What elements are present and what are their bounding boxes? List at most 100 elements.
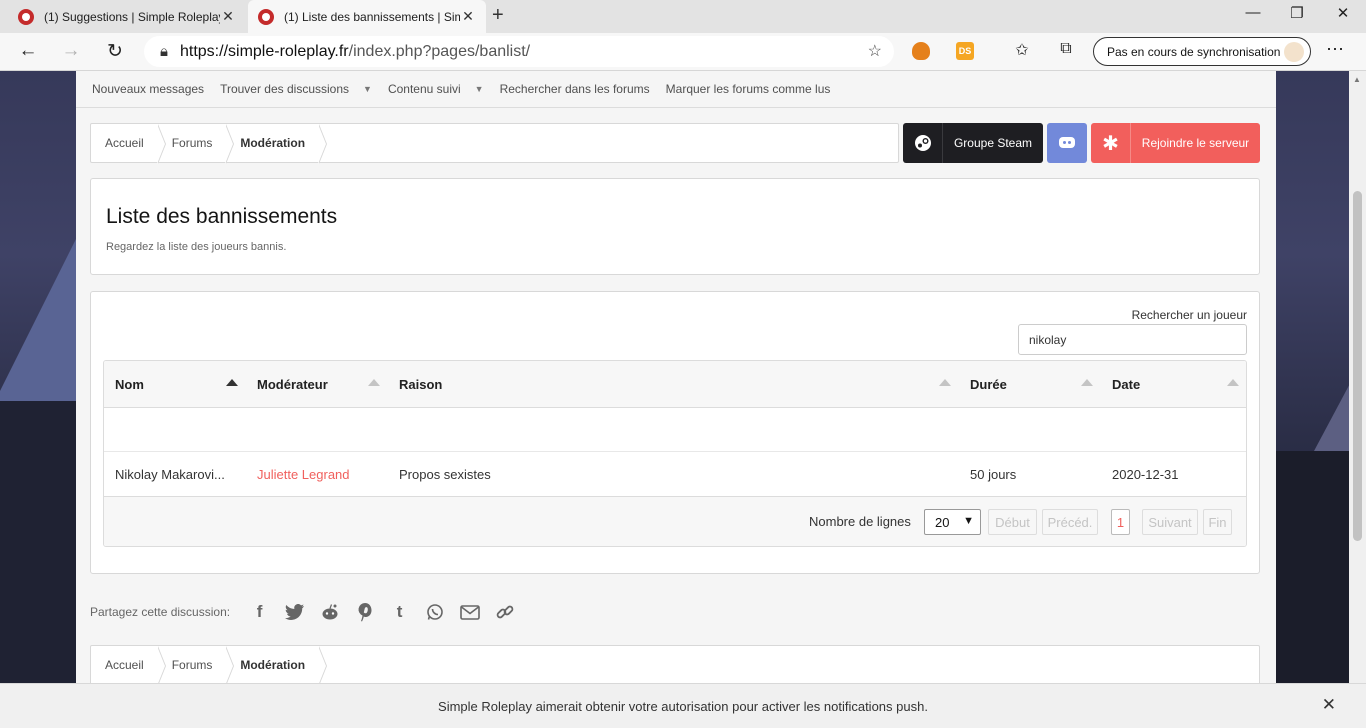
subnav-label: Trouver des discussions [220,82,350,96]
sync-label: Pas en cours de synchronisation [1107,44,1281,59]
breadcrumb-forums[interactable]: Forums [158,646,234,683]
twitter-icon[interactable] [277,601,312,623]
join-button-label: Rejoindre le serveur [1141,136,1250,150]
column-moderateur[interactable]: Modérateur [246,361,388,408]
cell-date: 2020-12-31 [1112,467,1179,482]
breadcrumb-home[interactable]: Accueil [91,646,166,683]
pinterest-icon[interactable] [347,601,382,623]
facebook-icon[interactable]: f [242,601,277,623]
favorites-list-icon[interactable]: ✩ [1011,40,1033,60]
new-tab-icon[interactable]: + [492,4,504,27]
share-bar: Partagez cette discussion: f t [90,601,522,623]
metamask-extension-icon[interactable] [912,42,930,60]
search-label: Rechercher un joueur [1131,308,1247,322]
more-options-icon[interactable]: ⋯ [1326,39,1344,60]
whatsapp-icon[interactable] [417,601,452,623]
breadcrumb-home[interactable]: Accueil [91,124,166,164]
discord-button[interactable] [1047,123,1087,163]
first-page-button[interactable]: Début [988,509,1037,535]
subnav-find-threads[interactable]: Trouver des discussions ▼ [220,82,372,96]
avatar [1284,42,1304,62]
reload-icon[interactable]: ↻ [101,40,129,63]
scrollbar-thumb[interactable] [1353,191,1362,541]
subnav-watched[interactable]: Contenu suivi ▼ [388,82,484,96]
subnav-new-posts[interactable]: Nouveaux messages [92,82,204,96]
breadcrumb-forums[interactable]: Forums [158,124,234,164]
column-date[interactable]: Date [1101,361,1246,408]
last-page-button[interactable]: Fin [1203,509,1232,535]
join-server-button[interactable]: ✱ Rejoindre le serveur [1091,123,1260,163]
asterisk-icon: ✱ [1091,123,1131,163]
cell-moderateur[interactable]: Juliette Legrand [246,452,388,497]
subnav-mark-read[interactable]: Marquer les forums comme lus [666,82,831,96]
ban-table: Nom Modérateur Raison Durée Date Nikolay… [103,360,1247,547]
url-path: /index.php?pages/banlist/ [348,42,531,60]
sort-arrow-icon [226,379,238,386]
push-notification-bar: Simple Roleplay aimerait obtenir votre a… [0,683,1366,728]
table-row[interactable]: Nikolay Makarovi... Juliette Legrand Pro… [104,452,1246,497]
player-search-input[interactable] [1018,324,1247,355]
browser-tab-suggestions[interactable]: (1) Suggestions | Simple Roleplay ✕ [8,0,246,33]
address-bar-row: ← → ↻ 🔒︎ https://simple-roleplay.fr/inde… [0,33,1366,71]
banlist-panel: Rechercher un joueur Nom Modérateur Rais… [90,291,1260,574]
email-icon[interactable] [452,601,487,623]
url-field[interactable]: 🔒︎ https://simple-roleplay.fr/index.php?… [144,36,894,67]
tab-title: (1) Liste des bannissements | Simple Rol… [284,9,460,24]
share-label: Partagez cette discussion: [90,605,231,619]
cell-duree: 50 jours [970,467,1017,482]
page-title: Liste des bannissements [106,205,338,228]
table-header: Nom Modérateur Raison Durée Date [104,361,1246,408]
subnav-search-forums[interactable]: Rechercher dans les forums [500,82,650,96]
breadcrumb-bottom: Accueil Forums Modération [90,645,1260,683]
sort-arrow-icon [1081,379,1093,386]
cell-nom: Nikolay Makarovi... [115,467,225,482]
page-header-panel: Liste des bannissements Regardez la list… [90,178,1260,275]
breadcrumb: Accueil Forums Modération [90,123,899,164]
forward-icon[interactable]: → [57,40,85,62]
close-window-icon[interactable]: ✕ [1328,4,1358,22]
breadcrumb-moderation[interactable]: Modération [226,646,327,683]
minimize-icon[interactable]: — [1238,4,1268,21]
cell-raison: Propos sexistes [399,467,491,482]
column-duree[interactable]: Durée [959,361,1101,408]
rows-per-page-select[interactable]: 20 ▼ [924,509,981,535]
favorite-star-icon[interactable]: ☆ [868,41,882,61]
tumblr-icon[interactable]: t [382,601,417,623]
browser-tab-bar: (1) Suggestions | Simple Roleplay ✕ (1) … [0,0,1366,33]
tab-title: (1) Suggestions | Simple Roleplay [44,9,220,24]
sync-profile-button[interactable]: Pas en cours de synchronisation [1093,37,1311,66]
column-nom[interactable]: Nom [104,361,246,408]
current-page-button[interactable]: 1 [1111,509,1130,535]
steam-icon [914,135,931,151]
forum-subnav: Nouveaux messages Trouver des discussion… [76,71,1276,108]
reddit-icon[interactable] [312,601,347,623]
close-icon[interactable]: ✕ [1322,695,1336,715]
rows-per-page-label: Nombre de lignes [809,514,911,529]
browser-tab-banlist[interactable]: (1) Liste des bannissements | Simple Rol… [248,0,486,33]
column-raison[interactable]: Raison [388,361,959,408]
breadcrumb-moderation[interactable]: Modération [226,124,327,164]
link-icon[interactable] [487,601,522,623]
next-page-button[interactable]: Suivant [1142,509,1198,535]
back-icon[interactable]: ← [14,40,42,62]
ds-extension-icon[interactable]: DS [956,42,974,60]
site-favicon-icon [18,8,34,25]
steam-group-button[interactable]: Groupe Steam [903,123,1043,163]
steam-button-label: Groupe Steam [953,136,1033,150]
scroll-up-icon[interactable]: ▲ [1353,75,1361,84]
sort-arrow-icon [939,379,951,386]
url-host: https://simple-roleplay.fr [179,42,349,60]
caret-down-icon[interactable]: ▼ [475,84,484,94]
chevron-down-icon: ▼ [963,515,974,527]
sort-arrow-icon [1227,379,1239,386]
table-pagination: Nombre de lignes 20 ▼ Début Précéd. 1 Su… [104,497,1246,546]
notification-text: Simple Roleplay aimerait obtenir votre a… [438,698,928,714]
close-tab-icon[interactable]: ✕ [460,8,476,25]
close-tab-icon[interactable]: ✕ [220,8,236,25]
prev-page-button[interactable]: Précéd. [1042,509,1098,535]
page-scrollbar[interactable]: ▲ [1349,71,1366,683]
collections-icon[interactable]: ⧉ [1055,40,1077,58]
restore-icon[interactable]: ❐ [1282,4,1312,22]
caret-down-icon[interactable]: ▼ [363,84,372,94]
page-size-value: 20 [935,514,950,530]
